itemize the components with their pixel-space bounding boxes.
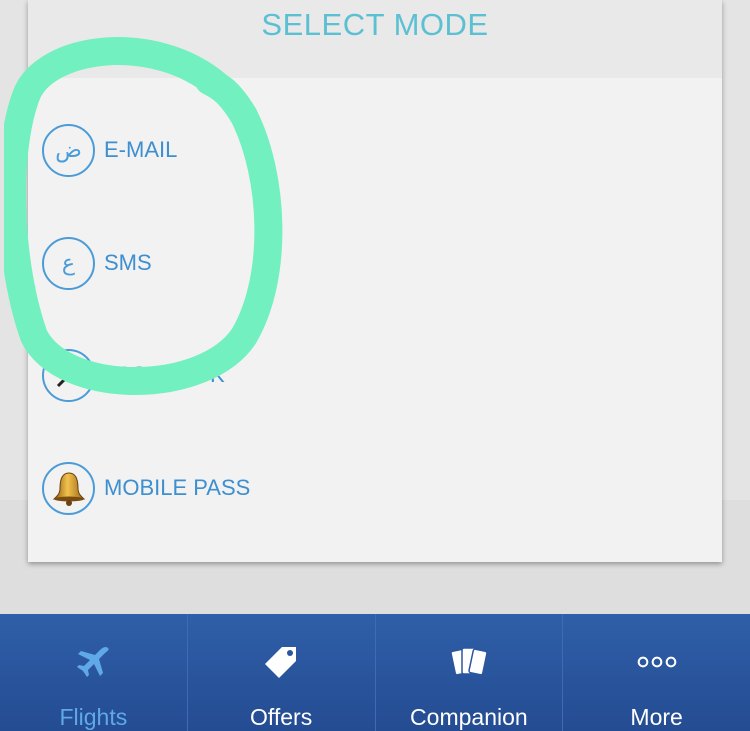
option-email[interactable]: ض E-MAIL	[42, 120, 177, 180]
dialog-header: SELECT MODE	[28, 0, 722, 78]
passbook-icon	[42, 348, 95, 402]
tag-icon	[261, 642, 301, 681]
option-passbook[interactable]: PASSBOOK	[42, 345, 225, 405]
option-passbook-label: PASSBOOK	[104, 362, 225, 387]
tab-companion-label: Companion	[410, 704, 528, 730]
tab-offers-label: Offers	[250, 704, 313, 730]
arabic-letter-icon: ع	[42, 236, 95, 290]
option-sms-label: SMS	[104, 250, 152, 275]
more-dots-icon	[637, 642, 677, 681]
tab-companion[interactable]: Companion	[376, 614, 564, 731]
option-mobile-pass[interactable]: MOBILE PASS	[42, 458, 250, 518]
option-email-label: E-MAIL	[104, 137, 178, 162]
tab-flights[interactable]: Flights	[0, 614, 188, 731]
select-mode-dialog: SELECT MODE ض E-MAIL ع SMS PASSBOOK MOBI…	[28, 0, 722, 562]
option-sms[interactable]: ع SMS	[42, 233, 152, 293]
cards-icon	[449, 642, 489, 681]
tab-bar: Flights Offers Companion More	[0, 614, 750, 731]
bell-icon	[42, 461, 95, 515]
tab-flights-label: Flights	[59, 704, 128, 730]
tab-offers[interactable]: Offers	[188, 614, 376, 731]
arabic-letter-icon: ض	[42, 123, 95, 177]
dialog-title: SELECT MODE	[261, 7, 489, 42]
tab-more[interactable]: More	[563, 614, 750, 731]
airplane-icon	[73, 642, 113, 681]
tab-more-label: More	[630, 704, 683, 730]
option-mobile-pass-label: MOBILE PASS	[104, 475, 251, 500]
